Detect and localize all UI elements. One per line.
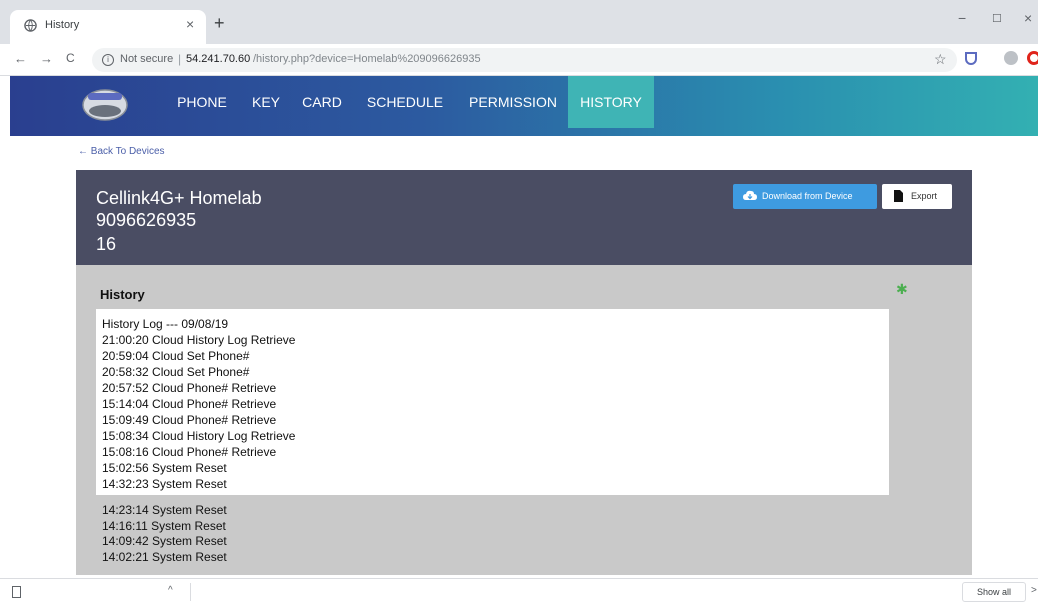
new-tab-icon[interactable]: + <box>214 14 225 32</box>
minimize-icon[interactable]: − <box>958 10 966 26</box>
log-line: 20:57:52 Cloud Phone# Retrieve <box>102 381 277 395</box>
download-shelf: ^ Show all > <box>0 578 1038 604</box>
back-to-devices-link[interactable]: ← Back To Devices <box>78 146 165 157</box>
site-navigation: PHONE KEY CARD SCHEDULE PERMISSION HISTO… <box>10 76 1038 136</box>
nav-card[interactable]: CARD <box>294 76 350 128</box>
tab-strip: History × + − ☐ × <box>0 0 1038 44</box>
file-icon[interactable] <box>12 586 21 598</box>
log-line: 14:32:23 System Reset <box>102 477 227 491</box>
nav-history[interactable]: HISTORY <box>568 76 654 128</box>
log-line: 21:00:20 Cloud History Log Retrieve <box>102 333 296 347</box>
show-all-button[interactable]: Show all <box>962 582 1026 602</box>
tab-close-icon[interactable]: × <box>186 16 194 32</box>
tab-title: History <box>45 19 80 31</box>
cloud-download-icon <box>743 190 757 200</box>
document-icon <box>894 190 903 202</box>
chevron-up-icon[interactable]: ^ <box>168 585 173 596</box>
log-line: History Log --- 09/08/19 <box>102 317 229 331</box>
log-line: 14:23:14 System Reset <box>102 503 227 517</box>
reload-icon[interactable]: C <box>66 51 75 65</box>
history-log-box[interactable]: History Log --- 09/08/19 21:00:20 Cloud … <box>96 309 889 495</box>
not-secure-label: Not secure <box>120 53 174 65</box>
gear-icon[interactable]: ✱ <box>896 282 908 296</box>
nav-phone[interactable]: PHONE <box>166 76 238 128</box>
download-from-device-button[interactable]: Download from Device <box>733 184 877 209</box>
url-path: /history.php?device=Homelab%209096626935 <box>253 53 481 65</box>
log-line: 20:59:04 Cloud Set Phone# <box>102 349 250 363</box>
shelf-divider <box>190 583 191 601</box>
profile-avatar-icon[interactable] <box>1004 51 1018 65</box>
forward-icon[interactable]: → <box>40 51 53 66</box>
url-separator: | <box>178 52 182 66</box>
globe-icon <box>24 19 37 32</box>
export-label: Export <box>911 191 938 201</box>
platinum-logo <box>82 89 128 121</box>
browser-toolbar: ← → C i Not secure | 54.241.70.60 /histo… <box>0 44 1038 76</box>
download-label: Download from Device <box>762 191 853 201</box>
log-line: 14:02:21 System Reset <box>102 550 227 564</box>
log-line: 15:09:49 Cloud Phone# Retrieve <box>102 413 277 427</box>
bookmark-star-icon[interactable]: ☆ <box>934 51 947 68</box>
shield-extension-icon[interactable] <box>965 52 977 65</box>
log-line: 15:08:34 Cloud History Log Retrieve <box>102 429 296 443</box>
log-line: 15:14:04 Cloud Phone# Retrieve <box>102 397 277 411</box>
url-host: 54.241.70.60 <box>186 53 251 65</box>
nav-key[interactable]: KEY <box>244 76 288 128</box>
tab-history[interactable]: History × <box>10 10 206 44</box>
back-icon[interactable]: ← <box>14 51 27 66</box>
browser-window: History × + − ☐ × ← → C i Not secure | 5… <box>0 0 1038 604</box>
maximize-icon[interactable]: ☐ <box>992 12 1002 25</box>
device-id: 16 <box>96 234 117 254</box>
log-line: 15:08:16 Cloud Phone# Retrieve <box>102 445 277 459</box>
nav-permission[interactable]: PERMISSION <box>460 76 566 128</box>
window-close-icon[interactable]: × <box>1024 10 1032 26</box>
device-phone: 9096626935 <box>96 210 197 230</box>
export-button[interactable]: Export <box>882 184 952 209</box>
info-icon[interactable]: i <box>102 54 114 66</box>
shelf-close-icon[interactable]: > <box>1031 585 1037 596</box>
log-line: 14:16:11 System Reset <box>102 519 226 533</box>
history-panel: History ✱ History Log --- 09/08/19 21:00… <box>76 265 972 575</box>
log-line: 20:58:32 Cloud Set Phone# <box>102 365 250 379</box>
nav-schedule[interactable]: SCHEDULE <box>360 76 450 128</box>
address-bar[interactable]: i Not secure | 54.241.70.60 /history.php… <box>92 48 957 72</box>
opera-extension-icon[interactable] <box>1027 51 1038 65</box>
device-name: Cellink4G+ Homelab <box>96 188 262 208</box>
history-title: History <box>100 287 145 302</box>
log-line: 15:02:56 System Reset <box>102 461 227 475</box>
device-header: Cellink4G+ Homelab 9096626935 16 Downloa… <box>76 170 972 265</box>
log-line: 14:09:42 System Reset <box>102 534 227 548</box>
